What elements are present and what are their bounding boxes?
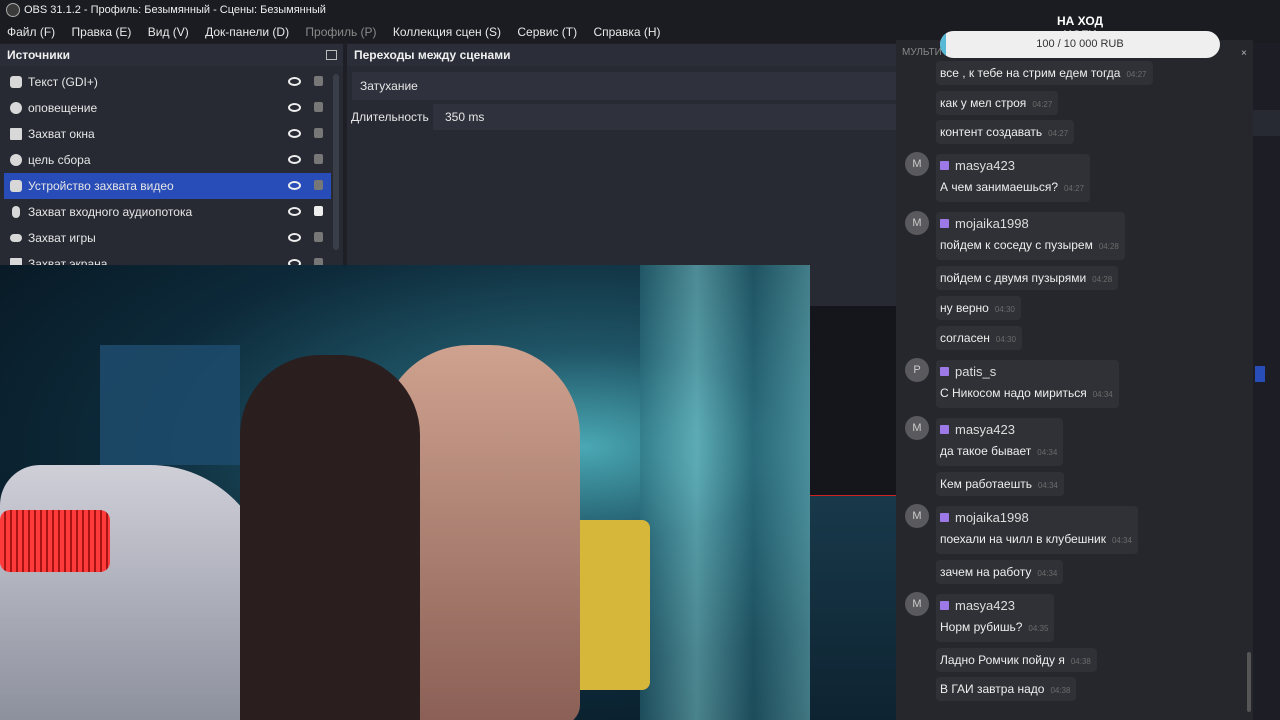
gamepad-icon [10, 234, 22, 242]
sources-title: Источники [0, 44, 343, 66]
source-item-text[interactable]: Текст (GDI+) [4, 69, 331, 95]
menu-help[interactable]: Справка (H) [593, 25, 660, 39]
obs-right-panel [1253, 44, 1280, 720]
source-label: Захват окна [28, 127, 95, 141]
undock-icon[interactable] [326, 50, 337, 60]
video-hair [240, 355, 420, 720]
source-item-alert[interactable]: оповещение [4, 95, 331, 121]
source-label: оповещение [28, 101, 98, 115]
source-item-video-capture[interactable]: Устройство захвата видео [4, 173, 331, 199]
dock-area [1253, 110, 1280, 136]
text-icon [10, 76, 22, 88]
source-item-game-capture[interactable]: Захват игры [4, 225, 331, 251]
source-label: Захват входного аудиопотока [28, 205, 193, 219]
lock-icon[interactable] [314, 128, 323, 138]
duration-label: Длительность [351, 110, 429, 124]
chat-scrollbar[interactable] [1247, 652, 1251, 712]
preview-background [810, 306, 900, 720]
visibility-eye-icon[interactable] [288, 207, 301, 216]
chat-message: ну верно 04:30 [936, 296, 1021, 320]
close-icon[interactable]: × [1241, 48, 1247, 59]
window-icon [10, 128, 22, 140]
twitch-icon [940, 161, 949, 170]
video-curtain [640, 265, 810, 720]
visibility-eye-icon[interactable] [288, 77, 301, 86]
menu-tools[interactable]: Сервис (T) [517, 25, 577, 39]
webcam-video [0, 265, 810, 720]
chat-message: пойдем с двумя пузырями 04:28 [936, 266, 1119, 290]
goal-progress-bar: 100 / 10 000 RUB [940, 31, 1220, 58]
twitch-icon [940, 513, 949, 522]
source-item-window-capture[interactable]: Захват окна [4, 121, 331, 147]
menu-edit[interactable]: Правка (E) [72, 25, 132, 39]
chat-message: Кем работаешть 04:34 [936, 472, 1064, 496]
sources-dock: Источники Текст (GDI+) оповещение Захват… [0, 44, 343, 271]
twitch-icon [940, 601, 949, 610]
chat-message: masya423 Норм рубишь? 04:35 [936, 594, 1055, 642]
avatar: M [905, 211, 929, 235]
menu-docks[interactable]: Док-панели (D) [205, 25, 289, 39]
twitch-icon [940, 367, 949, 376]
camera-icon [10, 180, 22, 192]
source-label: Захват игры [28, 231, 96, 245]
chat-message: все , к тебе на стрим едем тогда 04:27 [936, 61, 1153, 85]
source-label: Устройство захвата видео [28, 179, 174, 193]
chat-message: зачем на работу 04:34 [936, 560, 1064, 584]
source-label: Текст (GDI+) [28, 75, 98, 89]
duration-input[interactable]: 350 ms [433, 104, 898, 130]
avatar: M [905, 592, 929, 616]
visibility-eye-icon[interactable] [288, 155, 301, 164]
avatar: P [905, 358, 929, 382]
lock-icon[interactable] [314, 232, 323, 242]
globe-icon [10, 154, 22, 166]
avatar: M [905, 416, 929, 440]
lock-icon[interactable] [314, 102, 323, 112]
preview-image [810, 496, 900, 720]
chat-message: masya423 А чем занимаешься? 04:27 [936, 154, 1091, 202]
chat-message: В ГАИ завтра надо 04:38 [936, 677, 1077, 701]
chat-message: как у мел строя 04:27 [936, 91, 1059, 115]
video-microphone [0, 510, 110, 572]
transitions-title: Переходы между сценами [347, 44, 900, 66]
menu-profile[interactable]: Профиль (P) [305, 25, 376, 39]
lock-icon[interactable] [314, 206, 323, 216]
menu-view[interactable]: Вид (V) [148, 25, 189, 39]
lock-icon[interactable] [314, 76, 323, 86]
mic-icon [12, 206, 20, 218]
avatar: M [905, 504, 929, 528]
obs-logo-icon [6, 3, 20, 18]
chat-message: согласен 04:30 [936, 326, 1022, 350]
chat-message: mojaika1998 поехали на чилл в клубешник 04… [936, 506, 1138, 554]
selected-indicator [1255, 366, 1265, 382]
visibility-eye-icon[interactable] [288, 233, 301, 242]
sources-scrollbar[interactable] [333, 74, 339, 250]
chat-message: контент создавать 04:27 [936, 120, 1075, 144]
menu-scene-collection[interactable]: Коллекция сцен (S) [393, 25, 501, 39]
source-label: цель сбора [28, 153, 91, 167]
source-item-goal[interactable]: цель сбора [4, 147, 331, 173]
goal-progress-text: 100 / 10 000 RUB [1036, 38, 1124, 50]
window-title: OBS 31.1.2 - Профиль: Безымянный - Сцены… [24, 4, 326, 16]
chat-message: masya423 да такое бывает 04:34 [936, 418, 1064, 466]
visibility-eye-icon[interactable] [288, 103, 301, 112]
chat-message: mojaika1998 пойдем к соседу с пузырем 04:2… [936, 212, 1125, 260]
menu-file[interactable]: Файл (F) [7, 25, 55, 39]
visibility-eye-icon[interactable] [288, 181, 301, 190]
video-shelf [100, 345, 240, 465]
transition-type-select[interactable]: Затухание [352, 72, 897, 100]
video-person [0, 465, 270, 720]
avatar: M [905, 152, 929, 176]
lock-icon[interactable] [314, 180, 323, 190]
goal-progress-fill [940, 31, 946, 58]
lock-icon[interactable] [314, 154, 323, 164]
globe-icon [10, 102, 22, 114]
twitch-icon [940, 219, 949, 228]
visibility-eye-icon[interactable] [288, 129, 301, 138]
source-item-audio-input[interactable]: Захват входного аудиопотока [4, 199, 331, 225]
chat-message: patis_s С Никосом надо мириться 04:34 [936, 360, 1119, 408]
twitch-icon [940, 425, 949, 434]
chat-message: Ладно Ромчик пойду я 04:38 [936, 648, 1097, 672]
